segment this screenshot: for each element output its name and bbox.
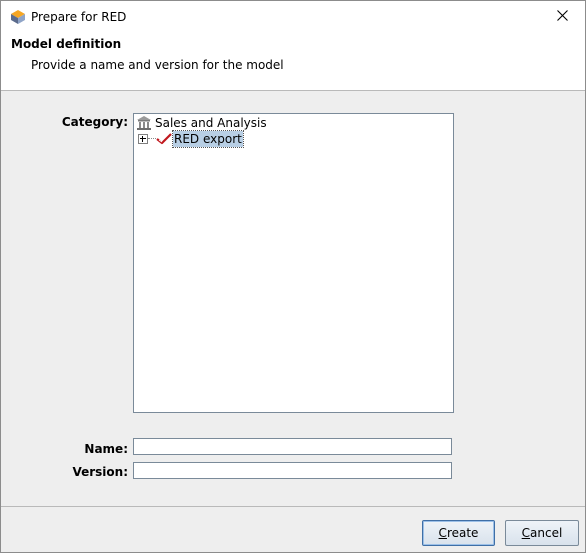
cancel-label-rest: ancel: [530, 526, 563, 540]
tree-connector: [148, 138, 156, 139]
name-field[interactable]: [133, 438, 452, 455]
version-label: Version:: [72, 465, 128, 479]
close-button[interactable]: [539, 1, 585, 32]
dialog-window: Prepare for RED Model definition Provide…: [0, 0, 586, 553]
cancel-mnemonic: C: [521, 526, 531, 540]
header-title: Model definition: [11, 37, 122, 51]
create-mnemonic: C: [438, 526, 447, 540]
cancel-button[interactable]: Cancel: [505, 520, 579, 546]
create-label-rest: reate: [446, 526, 479, 540]
create-button[interactable]: Create: [422, 520, 495, 546]
category-label: Category:: [61, 115, 128, 129]
tree-root-label: Sales and Analysis: [155, 116, 267, 130]
name-label: Name:: [84, 442, 128, 456]
title-bar: Prepare for RED: [1, 1, 585, 32]
close-icon: [556, 9, 568, 24]
header-panel: Model definition Provide a name and vers…: [1, 32, 585, 91]
header-subtitle: Provide a name and version for the model: [31, 58, 284, 72]
footer-separator: [1, 506, 585, 507]
tree-child-label: RED export: [172, 130, 244, 148]
version-field[interactable]: [133, 462, 452, 479]
window-title: Prepare for RED: [31, 10, 127, 24]
expand-plus-icon[interactable]: [138, 134, 148, 144]
category-tree[interactable]: Sales and Analysis RED export: [133, 113, 454, 413]
building-icon: [136, 115, 152, 131]
red-check-icon: [156, 131, 172, 147]
app-logo-icon: [10, 9, 26, 25]
